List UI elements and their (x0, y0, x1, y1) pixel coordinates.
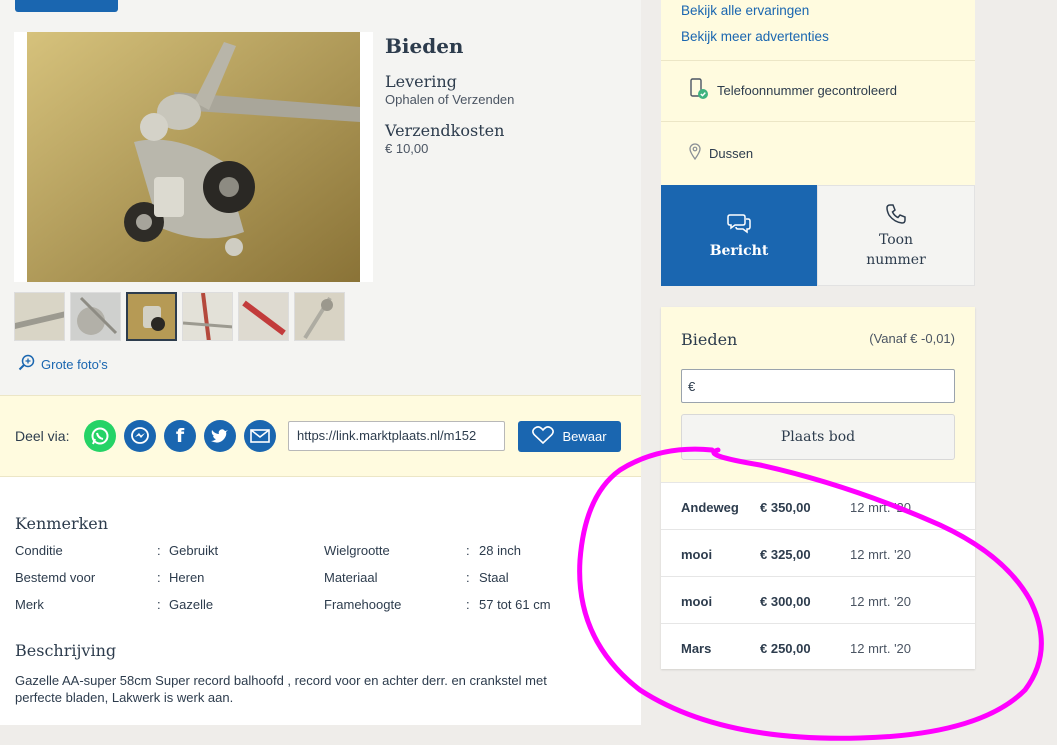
message-label: Bericht (709, 243, 769, 259)
feature-separator: : (157, 543, 161, 558)
feature-row: Bestemd voor : Heren Materiaal : Staal (15, 570, 615, 597)
thumbnail-strip (14, 292, 345, 341)
save-label: Bewaar (562, 429, 607, 444)
description-text: Gazelle AA-super 58cm Super record balho… (15, 673, 547, 705)
bid-form-area: Bieden (Vanaf € -0,01) € Plaats bod (661, 307, 975, 482)
bid-row: Mars € 250,00 12 mrt. '20 (661, 623, 975, 671)
show-number-button[interactable]: Toon nummer (817, 185, 975, 286)
bid-date: 12 mrt. '20 (850, 641, 912, 656)
bid-amount: € 350,00 (760, 500, 811, 515)
bid-row: mooi € 300,00 12 mrt. '20 (661, 576, 975, 624)
facebook-icon[interactable]: f (164, 420, 196, 452)
phone-icon (885, 203, 907, 228)
feature-value: Gebruikt (169, 543, 219, 558)
listing-panel: Bieden Levering Ophalen of Verzenden Ver… (0, 0, 641, 725)
feature-key: Conditie (15, 543, 63, 558)
shipping-value: € 10,00 (385, 141, 429, 156)
bidder-name: Andeweg (681, 500, 739, 515)
feature-separator: : (466, 570, 470, 585)
feature-value: Heren (169, 570, 205, 585)
feature-row: Merk : Gazelle Framehoogte : 57 tot 61 c… (15, 597, 615, 624)
bid-card: Bieden (Vanaf € -0,01) € Plaats bod Ande… (661, 307, 975, 669)
feature-key: Wielgrootte (324, 543, 390, 558)
zoom-icon (18, 354, 35, 374)
bid-date: 12 mrt. '20 (850, 500, 912, 515)
feature-value: Staal (479, 570, 509, 585)
feature-separator: : (157, 597, 161, 612)
whatsapp-icon[interactable] (84, 420, 116, 452)
twitter-icon[interactable] (204, 420, 236, 452)
bidder-name: mooi (681, 594, 713, 609)
email-icon[interactable] (244, 420, 276, 452)
share-bar: Deel via: f https://link.marktplaats.nl/… (0, 395, 641, 477)
bid-minimum: (Vanaf € -0,01) (869, 331, 955, 346)
bid-amount-input[interactable]: € (681, 369, 955, 403)
show-number-label-line1: Toon (878, 232, 914, 248)
feature-separator: : (466, 543, 470, 558)
place-bid-button[interactable]: Plaats bod (681, 414, 955, 460)
heart-icon (532, 426, 555, 447)
thumbnail-active[interactable] (126, 292, 177, 341)
phone-verified-label: Telefoonnummer gecontroleerd (717, 83, 897, 98)
location-row: Dussen (689, 143, 753, 163)
thumbnail[interactable] (14, 292, 65, 341)
features-grid: Conditie : Gebruikt Wielgrootte : 28 inc… (15, 543, 615, 624)
bid-row: Andeweg € 350,00 12 mrt. '20 (661, 482, 975, 530)
currency-prefix: € (688, 379, 696, 394)
bid-row: mooi € 325,00 12 mrt. '20 (661, 529, 975, 577)
reviews-link[interactable]: Bekijk alle ervaringen (681, 3, 809, 18)
features-heading: Kenmerken (15, 514, 109, 533)
thumbnail[interactable] (294, 292, 345, 341)
divider (661, 60, 975, 61)
bid-amount: € 325,00 (760, 547, 811, 562)
bid-heading: Bieden (385, 34, 464, 58)
chat-icon (727, 212, 751, 237)
divider (661, 121, 975, 122)
feature-key: Merk (15, 597, 44, 612)
delivery-value: Ophalen of Verzenden (385, 92, 515, 107)
message-button[interactable]: Bericht (661, 185, 817, 286)
bid-date: 12 mrt. '20 (850, 547, 912, 562)
large-photos-link[interactable]: Grote foto's (18, 354, 108, 374)
show-number-label-line2: nummer (866, 252, 926, 268)
location-pin-icon (689, 143, 701, 163)
bid-amount: € 250,00 (760, 641, 811, 656)
location-label: Dussen (709, 145, 754, 161)
more-ads-link[interactable]: Bekijk meer advertenties (681, 29, 829, 44)
bid-date: 12 mrt. '20 (850, 594, 912, 609)
feature-separator: : (157, 570, 161, 585)
top-action-button[interactable] (15, 0, 118, 12)
main-photo[interactable] (14, 32, 373, 282)
bidder-name: mooi (681, 547, 713, 562)
feature-separator: : (466, 597, 470, 612)
save-button[interactable]: Bewaar (518, 421, 621, 452)
listing-info: Bieden Levering Ophalen of Verzenden Ver… (385, 34, 625, 156)
features-section: Kenmerken Conditie : Gebruikt Wielgroott… (15, 514, 615, 624)
shipping-label: Verzendkosten (385, 121, 505, 140)
messenger-icon[interactable] (124, 420, 156, 452)
thumbnail[interactable] (238, 292, 289, 341)
share-label: Deel via: (15, 428, 70, 444)
bid-amount: € 300,00 (760, 594, 811, 609)
delivery-label: Levering (385, 72, 457, 91)
feature-value: 28 inch (479, 543, 521, 558)
feature-key: Framehoogte (324, 597, 402, 612)
thumbnail[interactable] (70, 292, 121, 341)
gallery-area: Bieden Levering Ophalen of Verzenden Ver… (0, 0, 641, 395)
feature-key: Bestemd voor (15, 570, 96, 585)
seller-card: Bekijk alle ervaringen Bekijk meer adver… (661, 0, 975, 185)
feature-key: Materiaal (324, 570, 378, 585)
large-photos-label: Grote foto's (41, 356, 108, 372)
phone-verified-icon (689, 78, 709, 103)
feature-value: 57 tot 61 cm (479, 597, 551, 612)
bid-title: Bieden (681, 330, 738, 349)
thumbnail[interactable] (182, 292, 233, 341)
feature-value: Gazelle (169, 597, 214, 612)
phone-verified-row: Telefoonnummer gecontroleerd (689, 78, 897, 103)
feature-row: Conditie : Gebruikt Wielgrootte : 28 inc… (15, 543, 615, 570)
share-icons: f (84, 420, 276, 452)
share-url-input[interactable]: https://link.marktplaats.nl/m152 (288, 421, 505, 451)
bidder-name: Mars (681, 641, 712, 656)
description-heading: Beschrijving (15, 641, 117, 660)
